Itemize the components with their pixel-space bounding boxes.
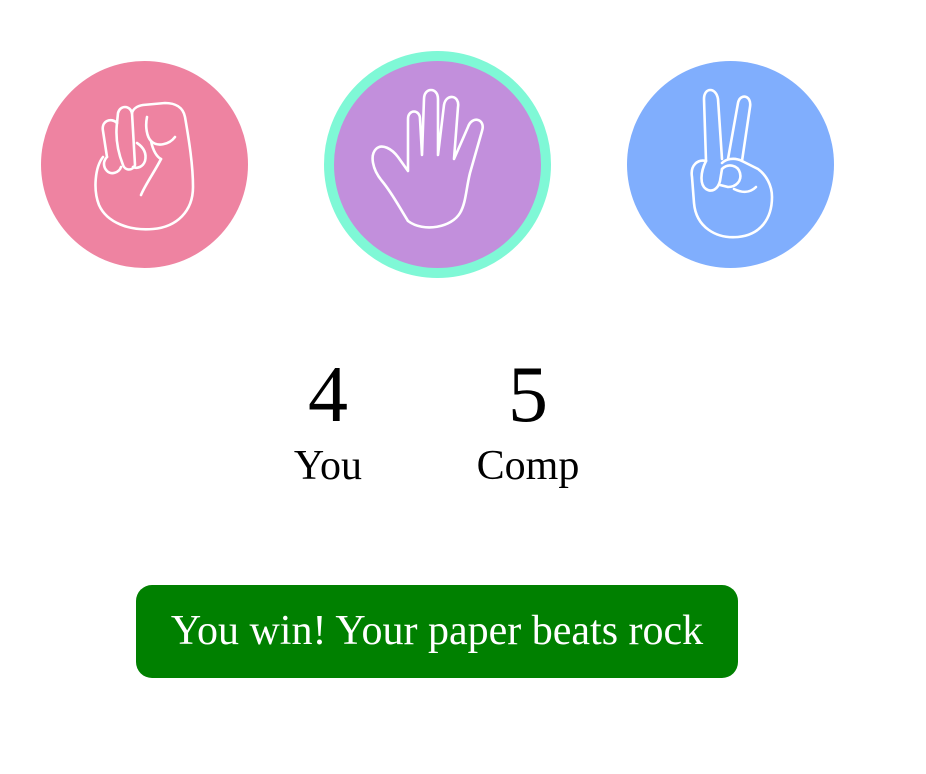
user-score-label: You [293,443,363,489]
result-message-banner: You win! Your paper beats rock [136,585,738,678]
comp-score-value: 5 [508,351,548,439]
user-score-value: 4 [308,351,348,439]
comp-score-label: Comp [476,443,580,489]
user-score-panel: 4 You [277,350,379,488]
open-hand-paper-icon [370,88,484,229]
rock-choice-button[interactable] [41,61,248,268]
peace-sign-scissors-icon [689,88,773,238]
comp-score-panel: 5 Comp [462,350,594,488]
fist-rock-icon [93,101,194,231]
scissors-choice-button[interactable] [627,61,834,268]
paper-choice-button[interactable] [324,51,551,278]
